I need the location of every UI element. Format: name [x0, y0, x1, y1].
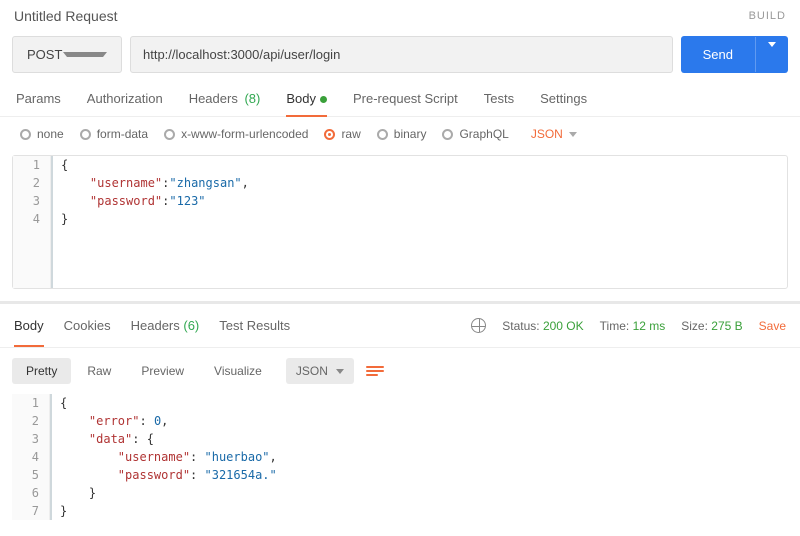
tab-headers[interactable]: Headers (8)	[189, 81, 261, 116]
radio-icon	[377, 129, 388, 140]
tab-tests[interactable]: Tests	[484, 81, 514, 116]
radio-urlencoded[interactable]: x-www-form-urlencoded	[164, 127, 308, 141]
view-visualize[interactable]: Visualize	[200, 358, 276, 384]
time-meta[interactable]: Time: 12 ms	[600, 319, 666, 333]
tab-prerequest[interactable]: Pre-request Script	[353, 81, 458, 116]
caret-down-icon	[569, 132, 577, 137]
radio-icon	[164, 129, 175, 140]
globe-icon[interactable]	[471, 318, 486, 333]
radio-form-data[interactable]: form-data	[80, 127, 148, 141]
method-dropdown[interactable]: POST	[12, 36, 122, 73]
tab-params[interactable]: Params	[16, 81, 61, 116]
response-type-dropdown[interactable]: JSON	[286, 358, 354, 384]
radio-icon	[20, 129, 31, 140]
caret-down-icon	[336, 369, 344, 374]
radio-icon	[442, 129, 453, 140]
build-label: BUILD	[749, 10, 786, 22]
tab-settings[interactable]: Settings	[540, 81, 587, 116]
response-body-editor[interactable]: 1{ 2 "error": 0, 3 "data": { 4 "username…	[12, 394, 788, 520]
request-tabs: Params Authorization Headers (8) Body Pr…	[0, 81, 800, 117]
tab-body[interactable]: Body	[286, 81, 327, 116]
send-dropdown[interactable]	[755, 37, 788, 72]
url-input[interactable]	[130, 36, 673, 73]
view-preview[interactable]: Preview	[127, 358, 198, 384]
tab-authorization[interactable]: Authorization	[87, 81, 163, 116]
request-title[interactable]: Untitled Request	[14, 8, 118, 24]
radio-binary[interactable]: binary	[377, 127, 427, 141]
send-label: Send	[681, 37, 755, 72]
body-type-row: none form-data x-www-form-urlencoded raw…	[0, 117, 800, 151]
radio-raw[interactable]: raw	[324, 127, 360, 141]
subtype-dropdown[interactable]: JSON	[531, 127, 577, 141]
caret-down-icon	[768, 42, 776, 62]
send-button[interactable]: Send	[681, 36, 788, 73]
modified-dot-icon	[320, 96, 327, 103]
resp-tab-body[interactable]: Body	[14, 312, 44, 339]
wrap-lines-icon[interactable]	[366, 366, 384, 376]
request-body-editor[interactable]: 1{ 2 "username":"zhangsan", 3 "password"…	[12, 155, 788, 289]
resp-tab-cookies[interactable]: Cookies	[64, 312, 111, 339]
caret-down-icon	[63, 52, 107, 57]
radio-icon	[324, 129, 335, 140]
radio-icon	[80, 129, 91, 140]
status-meta[interactable]: Status: 200 OK	[502, 319, 583, 333]
radio-none[interactable]: none	[20, 127, 64, 141]
view-raw[interactable]: Raw	[73, 358, 125, 384]
method-value: POST	[27, 47, 63, 62]
resp-tab-test-results[interactable]: Test Results	[219, 312, 290, 339]
view-pretty[interactable]: Pretty	[12, 358, 71, 384]
response-tabs: Body Cookies Headers (6) Test Results	[14, 312, 290, 339]
resp-tab-headers[interactable]: Headers (6)	[131, 312, 200, 339]
radio-graphql[interactable]: GraphQL	[442, 127, 508, 141]
save-response-link[interactable]: Save	[759, 319, 786, 333]
size-meta[interactable]: Size: 275 B	[681, 319, 742, 333]
